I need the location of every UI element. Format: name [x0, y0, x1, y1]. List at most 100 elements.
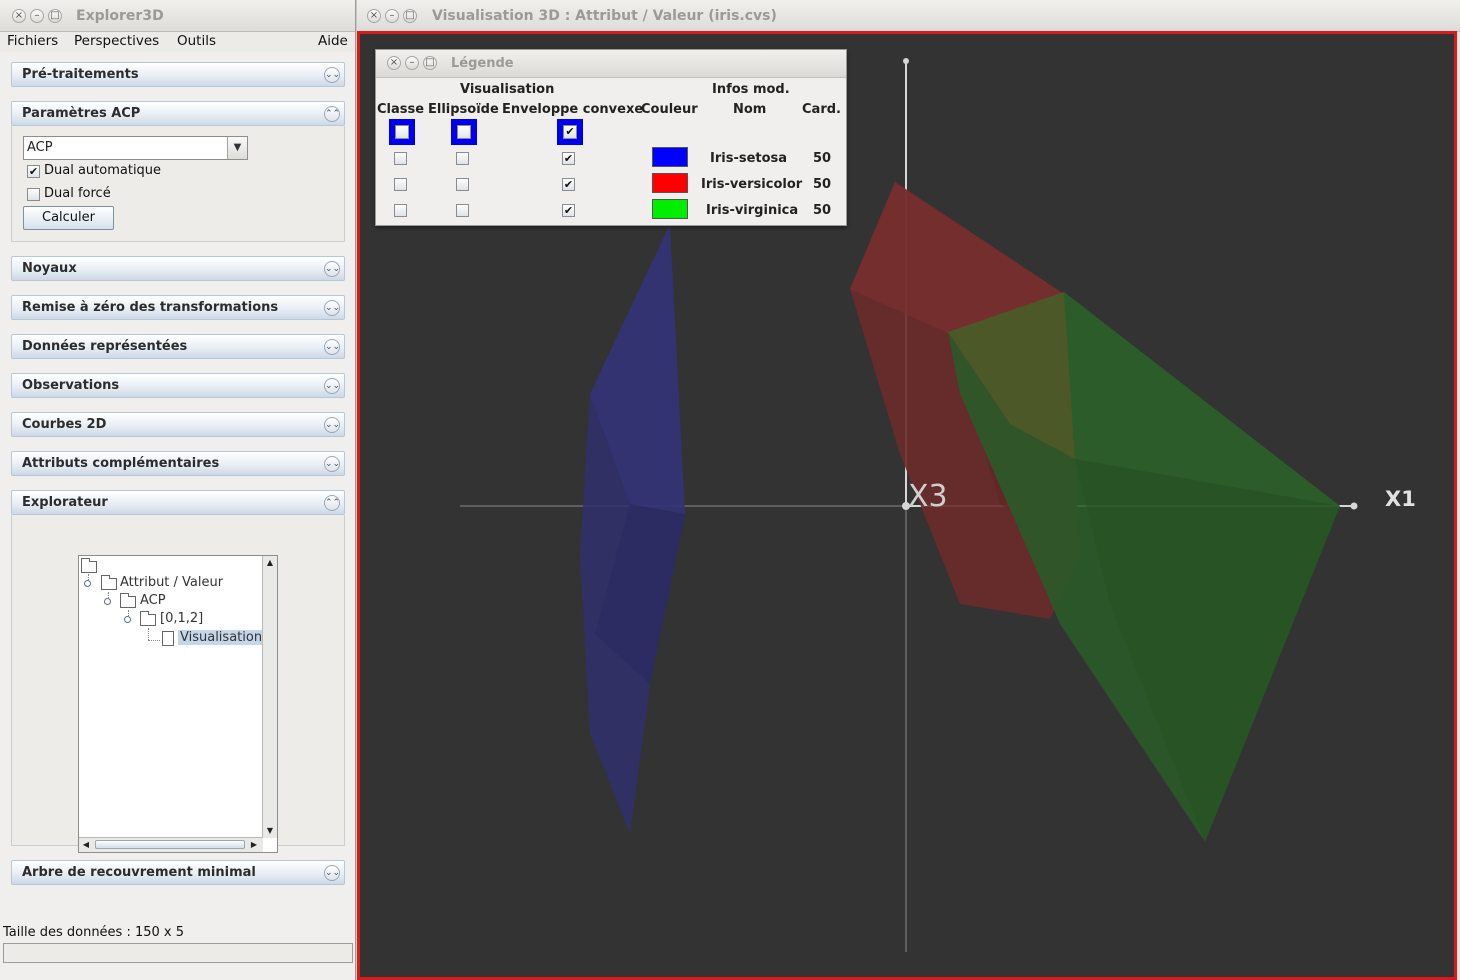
chevron-down-icon[interactable]: ⌄⌄	[324, 300, 340, 316]
panel-remise[interactable]: Remise à zéro des transformations ⌄⌄	[11, 295, 345, 320]
folder-icon	[81, 558, 97, 573]
horizontal-scrollbar[interactable]: ◀ ▶	[79, 837, 263, 852]
row-virginica-color-swatch[interactable]	[652, 199, 688, 219]
dual-auto-checkbox[interactable]: ✔	[27, 165, 40, 178]
panel-explorateur[interactable]: Explorateur ⌃⌃	[11, 490, 345, 515]
minimize-icon[interactable]: –	[30, 9, 44, 23]
select-all-classe[interactable]	[389, 119, 415, 145]
col-ellipsoide: Ellipsoïde	[428, 102, 499, 117]
scroll-down-icon[interactable]: ▼	[263, 826, 277, 835]
tree-connector	[148, 640, 160, 641]
minimize-icon[interactable]: –	[405, 56, 419, 70]
legend-dialog: × – □ Légende Visualisation Infos mod. C…	[375, 49, 847, 226]
folder-icon	[101, 575, 117, 590]
col-enveloppe: Enveloppe convexe	[502, 102, 644, 117]
header-visualisation: Visualisation	[460, 82, 555, 97]
method-select-value: ACP	[27, 140, 53, 155]
panel-donnees[interactable]: Données représentées ⌄⌄	[11, 334, 345, 359]
row-setosa-ellipsoide-checkbox[interactable]	[456, 152, 469, 165]
dual-force-checkbox[interactable]	[27, 188, 40, 201]
col-couleur: Couleur	[641, 102, 698, 117]
hull-setosa	[580, 224, 685, 834]
close-icon[interactable]: ×	[12, 9, 26, 23]
row-virginica-ellipsoide-checkbox[interactable]	[456, 204, 469, 217]
tree-expand-icon[interactable]	[124, 616, 131, 623]
row-versicolor-enveloppe-checkbox[interactable]: ✔	[562, 178, 575, 191]
maximize-icon[interactable]: □	[48, 9, 62, 23]
tree-node-acp[interactable]: ACP	[140, 593, 166, 608]
chevron-down-icon[interactable]: ⌄⌄	[324, 67, 340, 83]
acp-panel-body: ACP ▼ ✔ Dual automatique Dual forcé Calc…	[11, 126, 345, 242]
scroll-thumb[interactable]	[95, 840, 245, 849]
tree-expand-icon[interactable]	[104, 598, 111, 605]
row-virginica-name: Iris-virginica	[706, 203, 799, 218]
tree-node-root[interactable]: Attribut / Valeur	[120, 575, 223, 590]
panel-noyaux[interactable]: Noyaux ⌄⌄	[11, 256, 345, 281]
tree-expand-icon[interactable]	[84, 580, 91, 587]
row-virginica-enveloppe-checkbox[interactable]: ✔	[562, 204, 575, 217]
method-select[interactable]: ACP ▼	[23, 136, 248, 160]
row-versicolor-ellipsoide-checkbox[interactable]	[456, 178, 469, 191]
panel-attributs[interactable]: Attributs complémentaires ⌄⌄	[11, 451, 345, 476]
tree-view[interactable]: Attribut / Valeur ACP [0,1,2] Visualisat…	[78, 555, 278, 853]
panel-label: Explorateur	[22, 495, 108, 510]
minimize-icon[interactable]: –	[385, 9, 399, 23]
menu-outils[interactable]: Outils	[177, 33, 216, 49]
dual-force-label: Dual forcé	[44, 186, 111, 201]
chevron-down-icon[interactable]: ⌄⌄	[324, 339, 340, 355]
panel-label: Attributs complémentaires	[22, 456, 220, 471]
maximize-icon[interactable]: □	[423, 56, 437, 70]
panel-courbes[interactable]: Courbes 2D ⌄⌄	[11, 412, 345, 437]
file-icon	[162, 631, 174, 646]
visualisation-titlebar: × – □ Visualisation 3D : Attribut / Vale…	[357, 0, 1460, 32]
vertical-scrollbar[interactable]: ▲ ▼	[262, 556, 277, 838]
panel-label: Paramètres ACP	[22, 106, 141, 121]
scroll-left-icon[interactable]: ◀	[79, 840, 93, 849]
status-label: Taille des données : 150 x 5	[3, 925, 185, 940]
panel-pretraitements[interactable]: Pré-traitements ⌄⌄	[11, 62, 345, 87]
window-title: Visualisation 3D : Attribut / Valeur (ir…	[432, 8, 777, 24]
panel-observations[interactable]: Observations ⌄⌄	[11, 373, 345, 398]
panel-parametres-acp[interactable]: Paramètres ACP ⌃⌃	[11, 101, 345, 126]
legend-titlebar: × – □ Légende	[376, 50, 846, 78]
x3-axis-label: X3	[908, 479, 948, 514]
chevron-down-icon[interactable]: ⌄⌄	[324, 417, 340, 433]
row-setosa-enveloppe-checkbox[interactable]: ✔	[562, 152, 575, 165]
checkbox-icon	[457, 125, 471, 139]
row-versicolor-classe-checkbox[interactable]	[394, 178, 407, 191]
panel-label: Pré-traitements	[22, 67, 139, 82]
menu-perspectives[interactable]: Perspectives	[74, 33, 159, 49]
chevron-up-icon[interactable]: ⌃⌃	[324, 495, 340, 511]
row-virginica-classe-checkbox[interactable]	[394, 204, 407, 217]
scroll-up-icon[interactable]: ▲	[263, 558, 277, 567]
row-setosa-classe-checkbox[interactable]	[394, 152, 407, 165]
tree-node-visualisation[interactable]: Visualisation	[178, 630, 265, 645]
row-versicolor-card: 50	[813, 177, 832, 192]
calculer-button[interactable]: Calculer	[23, 206, 114, 230]
tree-connector	[148, 628, 149, 640]
checkbox-icon	[395, 125, 409, 139]
folder-icon	[120, 593, 136, 608]
tree-node-axes[interactable]: [0,1,2]	[160, 611, 203, 626]
chevron-down-icon[interactable]: ⌄⌄	[324, 378, 340, 394]
close-icon[interactable]: ×	[387, 56, 401, 70]
x1-axis-end	[1350, 502, 1358, 510]
select-all-ellipsoide[interactable]	[451, 119, 477, 145]
chevron-up-icon[interactable]: ⌃⌃	[324, 106, 340, 122]
chevron-down-icon[interactable]: ⌄⌄	[324, 865, 340, 881]
chevron-down-icon[interactable]: ⌄⌄	[324, 261, 340, 277]
chevron-down-icon[interactable]: ▼	[227, 137, 247, 159]
legend-title: Légende	[451, 56, 514, 71]
panel-arbre[interactable]: Arbre de recouvrement minimal ⌄⌄	[11, 860, 345, 885]
chevron-down-icon[interactable]: ⌄⌄	[324, 456, 340, 472]
maximize-icon[interactable]: □	[403, 9, 417, 23]
row-versicolor-color-swatch[interactable]	[652, 173, 688, 193]
select-all-enveloppe[interactable]: ✔	[557, 119, 583, 145]
close-icon[interactable]: ×	[367, 9, 381, 23]
menu-bar: Fichiers Perspectives Outils Aide	[0, 32, 355, 52]
scroll-right-icon[interactable]: ▶	[247, 840, 261, 849]
menu-aide[interactable]: Aide	[318, 33, 348, 49]
menu-fichiers[interactable]: Fichiers	[7, 33, 58, 49]
row-setosa-color-swatch[interactable]	[652, 147, 688, 167]
progress-bar	[3, 943, 353, 963]
